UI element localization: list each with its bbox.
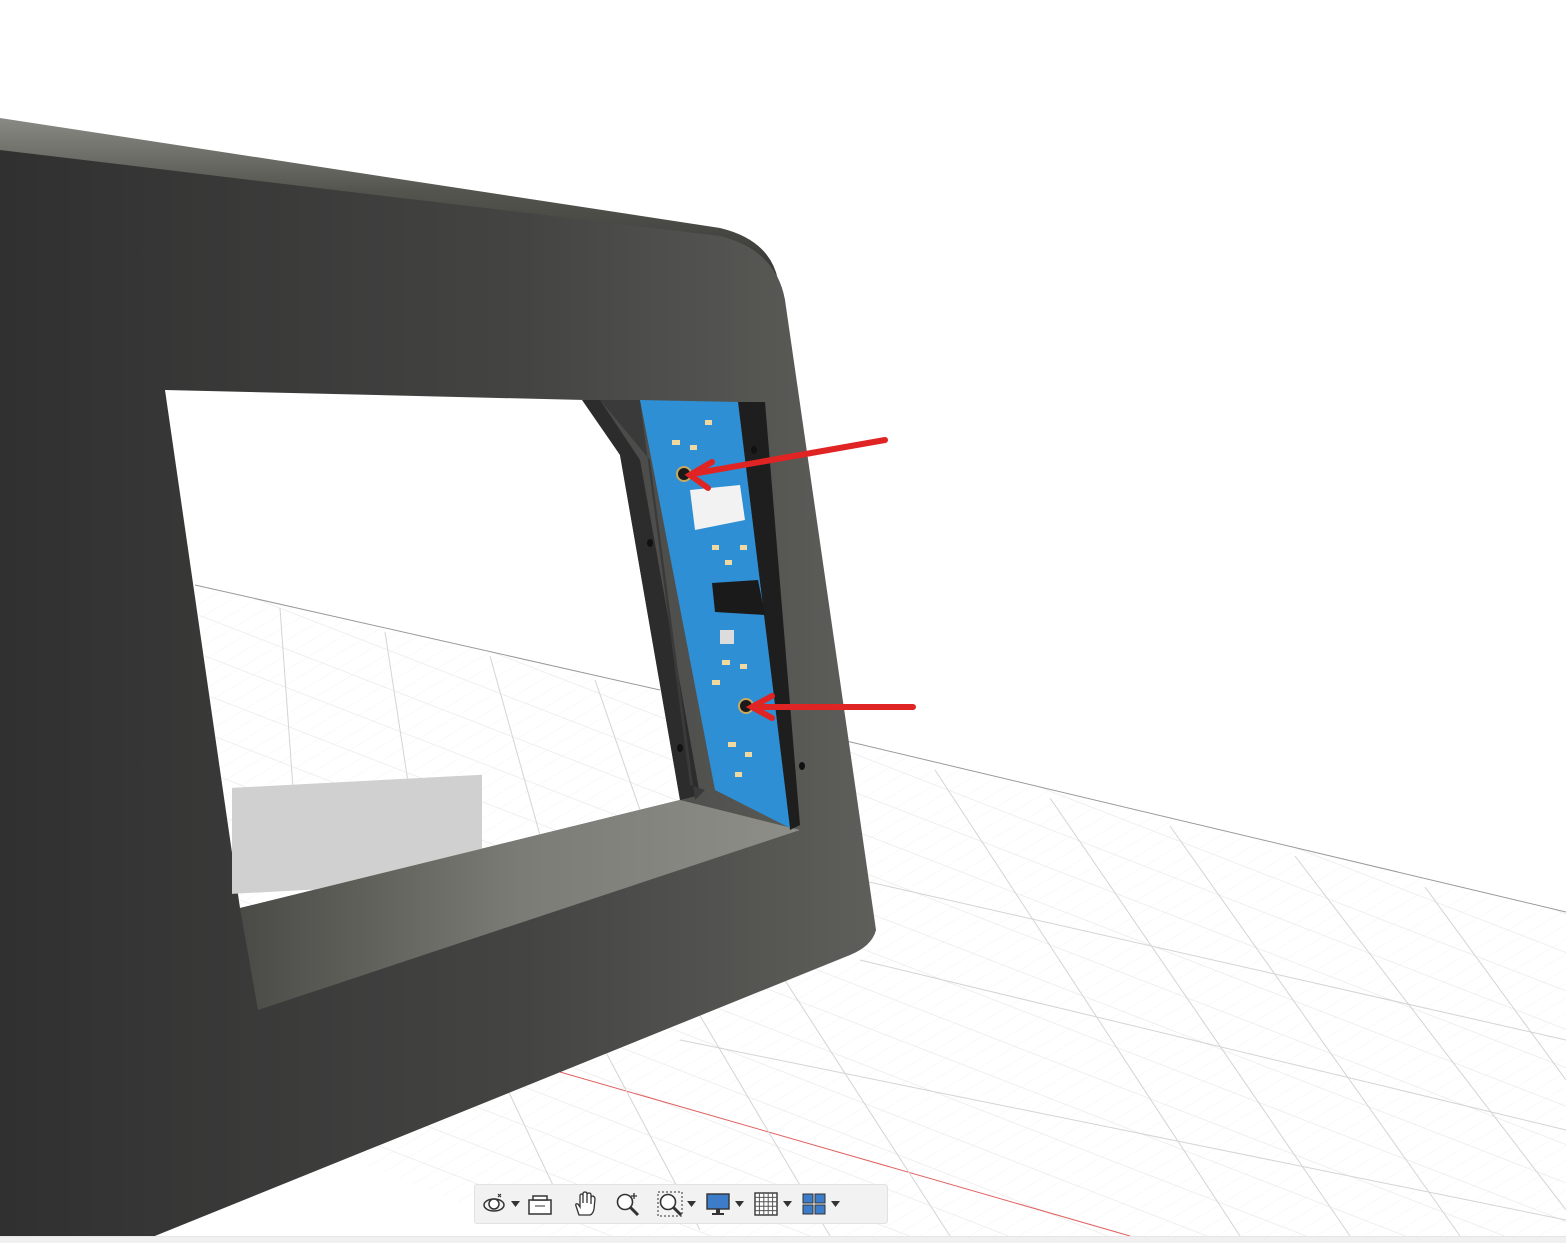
orbit-icon: [479, 1189, 509, 1219]
fit-button[interactable]: [655, 1187, 697, 1221]
viewports-icon: [799, 1189, 829, 1219]
display-settings-button[interactable]: [703, 1187, 745, 1221]
fit-dropdown-icon[interactable]: [685, 1189, 697, 1219]
look-at-icon: [525, 1189, 555, 1219]
look-at-button[interactable]: [525, 1187, 555, 1221]
3d-viewport[interactable]: [0, 0, 1566, 1242]
monitor-icon: [703, 1189, 733, 1219]
pan-hand-icon: [569, 1189, 599, 1219]
navigation-toolbar: [474, 1184, 888, 1224]
pan-button[interactable]: [569, 1187, 599, 1221]
zoom-button[interactable]: [613, 1187, 643, 1221]
orbit-button[interactable]: [479, 1187, 521, 1221]
zoom-icon: [613, 1189, 643, 1219]
viewports-dropdown-icon[interactable]: [829, 1189, 841, 1219]
grid-icon: [751, 1189, 781, 1219]
grid-and-snaps-button[interactable]: [751, 1187, 793, 1221]
zoom-window-icon: [655, 1189, 685, 1219]
display-settings-dropdown-icon[interactable]: [733, 1189, 745, 1219]
grid-dropdown-icon[interactable]: [781, 1189, 793, 1219]
orbit-dropdown-icon[interactable]: [509, 1189, 521, 1219]
viewports-button[interactable]: [799, 1187, 841, 1221]
